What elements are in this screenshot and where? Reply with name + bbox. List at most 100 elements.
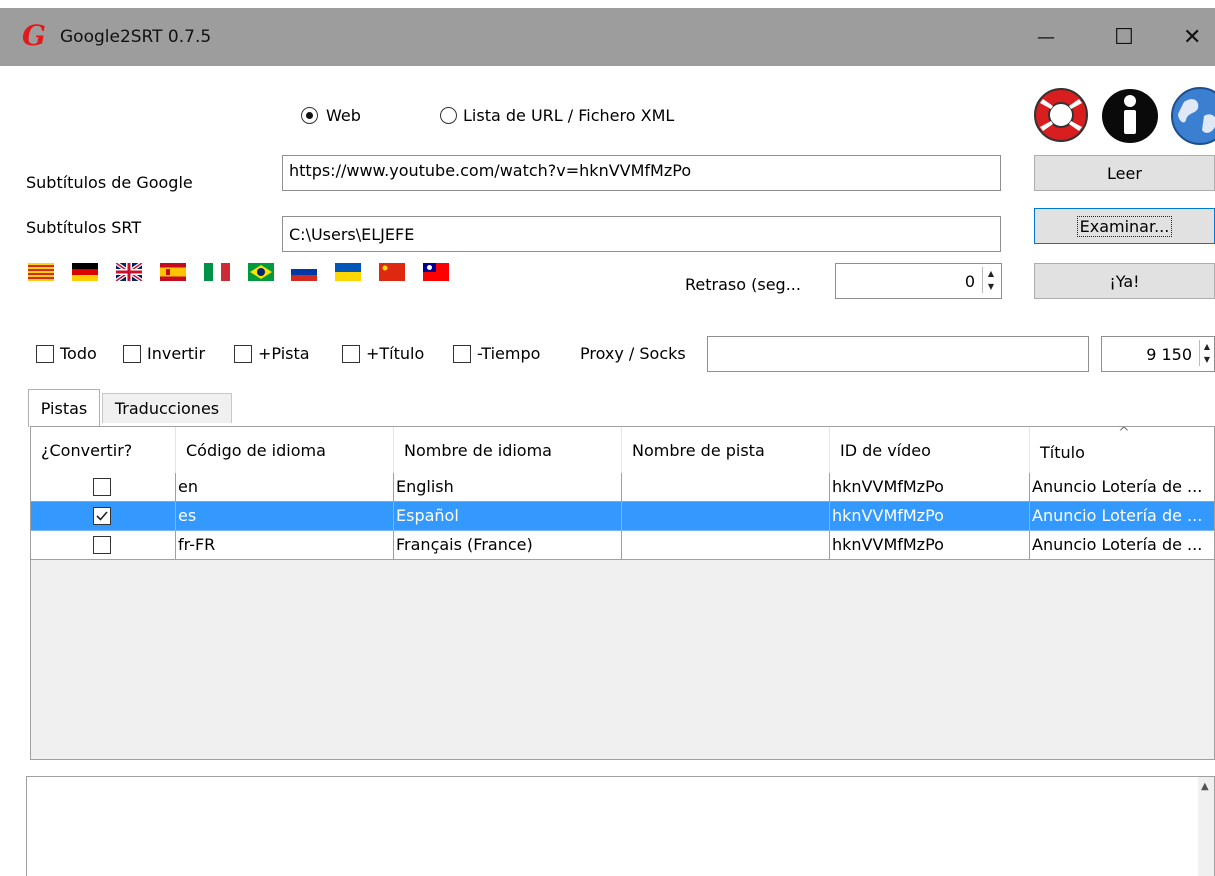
tab-translations-label: Traducciones (114, 399, 220, 418)
cell-track-name (622, 473, 830, 502)
flag-german-icon[interactable] (72, 263, 98, 281)
minimize-icon: — (1037, 26, 1055, 48)
read-button-label: Leer (1107, 163, 1142, 183)
col-header-video-id[interactable]: ID de vídeo (830, 427, 1030, 473)
col-header-title-label: Título (1040, 443, 1085, 462)
tab-translations[interactable]: Traducciones (102, 393, 232, 423)
option-time-checkbox[interactable] (453, 344, 471, 363)
cell-track-name (622, 531, 830, 560)
cell-language-code: en (176, 473, 394, 502)
col-header-title[interactable]: Título ^ (1030, 427, 1214, 473)
radio-web-indicator[interactable] (301, 107, 318, 124)
cell-title: Anuncio Lotería de ... (1030, 502, 1214, 531)
tab-tracks[interactable]: Pistas (28, 389, 100, 427)
row-convert-checkbox[interactable] (93, 536, 111, 554)
close-button[interactable]: ✕ (1183, 18, 1215, 56)
window-title: Google2SRT 0.7.5 (60, 27, 212, 47)
option-title-label: +Título (366, 344, 425, 363)
cell-video-id: hknVVMfMzPo (830, 473, 1030, 502)
srt-subtitles-label: Subtítulos SRT (26, 218, 142, 237)
flag-spanish-icon[interactable] (160, 263, 186, 281)
flag-taiwan-icon[interactable] (423, 263, 449, 281)
google-subtitles-label: Subtítulos de Google (26, 173, 193, 192)
go-button[interactable]: ¡Ya! (1034, 263, 1215, 299)
port-spin-arrows-icon[interactable]: ▲ ▼ (1199, 340, 1214, 366)
table-row[interactable]: en English hknVVMfMzPo Anuncio Lotería d… (31, 473, 1214, 502)
flag-chinese-icon[interactable] (379, 263, 405, 281)
delay-label: Retraso (seg... (685, 275, 801, 294)
radio-web-label: Web (326, 106, 361, 125)
cell-language-code: fr-FR (176, 531, 394, 560)
cell-title: Anuncio Lotería de ... (1030, 531, 1214, 560)
log-textarea[interactable]: ▲ (26, 776, 1215, 876)
proxy-label: Proxy / Socks (580, 344, 686, 363)
radio-url-list-indicator[interactable] (440, 107, 457, 124)
radio-web[interactable]: Web (301, 106, 361, 125)
maximize-button[interactable]: ☐ (1104, 18, 1144, 56)
cell-video-id: hknVVMfMzPo (830, 502, 1030, 531)
proxy-input[interactable] (707, 336, 1089, 372)
col-header-language-name[interactable]: Nombre de idioma (394, 427, 622, 473)
col-header-convert[interactable]: ¿Convertir? (31, 427, 176, 473)
maximize-icon: ☐ (1114, 24, 1134, 50)
option-track[interactable]: +Pista (234, 344, 310, 363)
cell-convert[interactable] (31, 531, 176, 560)
option-track-label: +Pista (258, 344, 310, 363)
row-convert-checkbox-checked[interactable] (93, 507, 111, 525)
sort-ascending-icon: ^ (1118, 427, 1130, 441)
google-url-input[interactable]: https://www.youtube.com/watch?v=hknVVMfM… (282, 155, 1001, 191)
cell-language-name: Español (394, 502, 622, 531)
port-spinbox[interactable]: 9 150 ▲ ▼ (1101, 336, 1215, 372)
info-icon[interactable] (1100, 88, 1160, 144)
log-scrollbar[interactable]: ▲ (1198, 777, 1214, 876)
close-icon: ✕ (1183, 24, 1202, 50)
option-all-checkbox[interactable] (36, 344, 54, 363)
tab-tracks-label: Pistas (40, 399, 88, 418)
flag-catalan-icon[interactable] (28, 263, 54, 281)
cell-language-name: Français (France) (394, 531, 622, 560)
globe-icon[interactable] (1170, 86, 1215, 146)
table-row-selected[interactable]: es Español hknVVMfMzPo Anuncio Lotería d… (31, 502, 1214, 531)
delay-spinbox[interactable]: 0 ▲ ▼ (835, 263, 1002, 299)
srt-path-input[interactable]: C:\Users\ELJEFE (282, 216, 1001, 252)
cell-language-code: es (176, 502, 394, 531)
option-invert-checkbox[interactable] (123, 344, 141, 363)
row-convert-checkbox[interactable] (93, 478, 111, 496)
delay-value: 0 (964, 272, 975, 291)
option-title-checkbox[interactable] (342, 344, 360, 363)
flag-uk-icon[interactable] (116, 263, 142, 281)
cell-video-id: hknVVMfMzPo (830, 531, 1030, 560)
flag-italian-icon[interactable] (204, 263, 230, 281)
browse-button-label: Examinar... (1076, 215, 1173, 237)
read-button[interactable]: Leer (1034, 155, 1215, 191)
port-value: 9 150 (1146, 345, 1192, 364)
browse-button[interactable]: Examinar... (1034, 208, 1215, 244)
cell-convert[interactable] (31, 473, 176, 502)
option-invert-label: Invertir (147, 344, 206, 363)
lifebuoy-icon[interactable] (1032, 87, 1090, 143)
option-track-checkbox[interactable] (234, 344, 252, 363)
option-time-label: -Tiempo (477, 344, 541, 363)
cell-title: Anuncio Lotería de ... (1030, 473, 1214, 502)
flag-russian-icon[interactable] (291, 263, 317, 281)
radio-url-list-label: Lista de URL / Fichero XML (463, 106, 675, 125)
col-header-track-name[interactable]: Nombre de pista (622, 427, 830, 473)
flag-brazil-icon[interactable] (248, 263, 274, 281)
option-time[interactable]: -Tiempo (453, 344, 540, 363)
table-row[interactable]: fr-FR Français (France) hknVVMfMzPo Anun… (31, 531, 1214, 560)
option-all-label: Todo (60, 344, 97, 363)
tracks-table[interactable]: ¿Convertir? Código de idioma Nombre de i… (30, 426, 1215, 760)
col-header-language-code[interactable]: Código de idioma (176, 427, 394, 473)
option-invert[interactable]: Invertir (123, 344, 205, 363)
minimize-button[interactable]: — (1026, 18, 1066, 56)
flag-ukrainian-icon[interactable] (335, 263, 361, 281)
cell-convert[interactable] (31, 502, 176, 531)
app-logo-icon: G (22, 19, 46, 52)
cell-track-name (622, 502, 830, 531)
radio-url-list[interactable]: Lista de URL / Fichero XML (440, 106, 674, 125)
cell-language-name: English (394, 473, 622, 502)
option-title[interactable]: +Título (342, 344, 424, 363)
scroll-up-arrow-icon[interactable]: ▲ (1201, 781, 1209, 792)
option-all[interactable]: Todo (36, 344, 97, 363)
delay-spin-arrows-icon[interactable]: ▲ ▼ (982, 267, 999, 293)
